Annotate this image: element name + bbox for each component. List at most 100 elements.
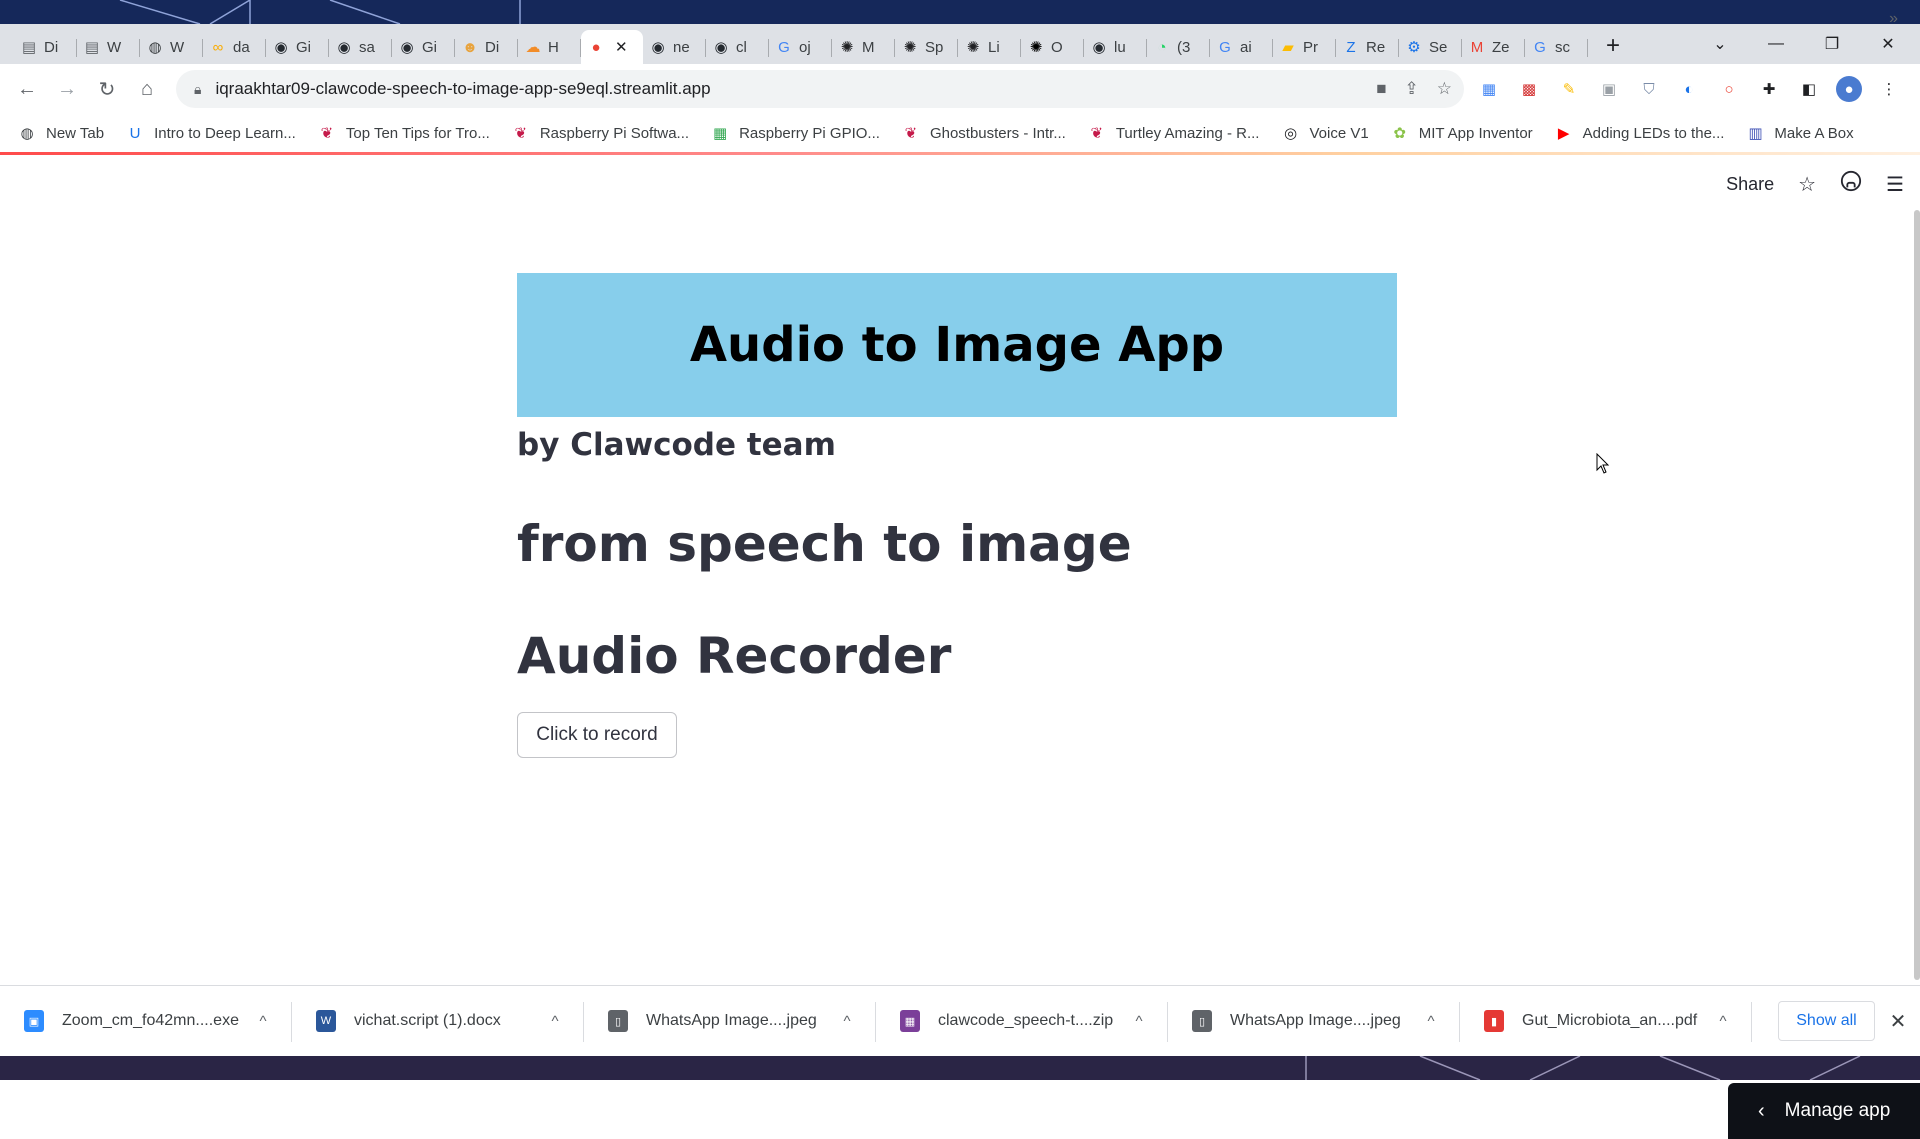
bookmarks-overflow-button[interactable]: »	[1889, 0, 1898, 38]
browser-tab[interactable]: ◉ Gi	[266, 30, 329, 64]
audio-recorder-heading: Audio Recorder	[517, 627, 952, 685]
openai-icon: ✺	[903, 39, 917, 56]
tab-title: (3	[1177, 38, 1191, 56]
download-filename: WhatsApp Image....jpeg	[1230, 1012, 1401, 1029]
download-item[interactable]: ▣ Zoom_cm_fo42mn....exe ^	[0, 986, 292, 1057]
chevron-up-icon[interactable]: ^	[248, 1013, 278, 1030]
bookmark-item[interactable]: ◍ New Tab	[18, 124, 105, 143]
back-button[interactable]: ←	[7, 69, 47, 109]
bookmark-item[interactable]: ▥ Make A Box	[1746, 124, 1853, 143]
bookmark-star-icon[interactable]: ☆	[1437, 79, 1452, 99]
reload-button[interactable]: ↻	[87, 69, 127, 109]
globe-icon: ◍	[20, 125, 34, 142]
browser-tab[interactable]: ☁ H	[518, 30, 581, 64]
zip-icon: ▦	[900, 1010, 920, 1032]
browser-tab[interactable]: Goj	[769, 30, 832, 64]
browser-tab[interactable]: ∞ da	[203, 30, 266, 64]
browser-tab[interactable]: ✺ O	[1021, 30, 1084, 64]
bookmark-label: New Tab	[46, 124, 105, 142]
browser-tab[interactable]: ◉ sa	[329, 30, 392, 64]
browser-tab[interactable]: ◉ Gi	[392, 30, 455, 64]
restore-button[interactable]: ❐	[1804, 24, 1860, 64]
google-icon: G	[778, 38, 790, 56]
share-button[interactable]: Share	[1726, 174, 1774, 195]
mendeley-extension-icon[interactable]: ▩	[1516, 76, 1542, 102]
bookmark-item[interactable]: ▶ Adding LEDs to the...	[1555, 124, 1725, 143]
image-file-icon: ▯	[608, 1010, 628, 1032]
record-button[interactable]: Click to record	[517, 712, 677, 758]
opera-extension-icon[interactable]: ○	[1716, 76, 1742, 102]
profile-avatar[interactable]: ●	[1836, 76, 1862, 102]
download-item[interactable]: ▯ WhatsApp Image....jpeg ^	[584, 986, 876, 1057]
arrow-right-icon: →	[57, 77, 77, 100]
browser-tab[interactable]: ▤ Di	[14, 30, 77, 64]
pen-extension-icon[interactable]: ✎	[1556, 76, 1582, 102]
download-item[interactable]: Wvichat.script (1).docx ^	[292, 986, 584, 1057]
page-title: Audio to Image App	[689, 317, 1225, 373]
close-downloads-button[interactable]: ✕	[1886, 1001, 1910, 1041]
browser-tab[interactable]: Gai	[1210, 30, 1273, 64]
record-icon: ●	[591, 38, 601, 56]
browser-tab[interactable]: ◔ (3	[1147, 30, 1210, 64]
vertical-scrollbar[interactable]	[1914, 210, 1920, 980]
browser-tab[interactable]: ◍ W	[140, 30, 203, 64]
manage-app-button[interactable]: ‹ Manage app	[1728, 1083, 1920, 1139]
github-icon[interactable]	[1840, 170, 1862, 198]
bookmark-item[interactable]: ▦ Raspberry Pi GPIO...	[711, 124, 880, 143]
tab-search-button[interactable]: ⌄	[1692, 24, 1748, 64]
browser-tab[interactable]: ⚙ Se	[1399, 30, 1462, 64]
chevron-up-icon[interactable]: ^	[832, 1013, 862, 1030]
hamburger-menu-icon[interactable]: ☰	[1886, 172, 1904, 197]
translate-extension-icon[interactable]: ▦	[1476, 76, 1502, 102]
chevron-up-icon[interactable]: ^	[1708, 1013, 1738, 1030]
browser-tab[interactable]: ◉ ne	[643, 30, 706, 64]
bookmark-item[interactable]: ❦ Ghostbusters - Intr...	[902, 124, 1066, 143]
chevron-up-icon[interactable]: ^	[540, 1013, 570, 1030]
grey-extension-icon[interactable]: ▣	[1596, 76, 1622, 102]
browser-tab[interactable]: ◉ cl	[706, 30, 769, 64]
home-button[interactable]: ⌂	[127, 69, 167, 109]
edge-extension-icon[interactable]: ◐	[1676, 76, 1702, 102]
browser-tab[interactable]: ▤ W	[77, 30, 140, 64]
close-tab-icon[interactable]: ✕	[615, 38, 628, 56]
new-tab-button[interactable]: +	[1594, 29, 1632, 63]
chevron-up-icon[interactable]: ^	[1124, 1013, 1154, 1030]
show-all-downloads-button[interactable]: Show all	[1778, 1001, 1875, 1041]
download-item[interactable]: ▮ Gut_Microbiota_an....pdf ^	[1460, 986, 1752, 1057]
browser-tab[interactable]: ● ✕	[581, 30, 643, 64]
share-icon[interactable]: ⇪	[1405, 79, 1419, 99]
browser-tab[interactable]: ☻ Di	[455, 30, 518, 64]
bookmark-item[interactable]: ✿ MIT App Inventor	[1391, 124, 1532, 143]
url-text[interactable]: iqraakhtar09-clawcode-speech-to-image-ap…	[215, 79, 710, 99]
download-item[interactable]: ▦ clawcode_speech-t....zip ^	[876, 986, 1168, 1057]
byline-text: by Clawcode team	[517, 427, 836, 463]
forward-button[interactable]: →	[47, 69, 87, 109]
bookmark-item[interactable]: U Intro to Deep Learn...	[126, 124, 296, 142]
puzzle-icon[interactable]: ✚	[1756, 76, 1782, 102]
camera-icon[interactable]: ■	[1376, 79, 1386, 99]
address-bar[interactable]: 🔒︎ iqraakhtar09-clawcode-speech-to-image…	[176, 70, 1464, 108]
browser-tab[interactable]: ▰ Pr	[1273, 30, 1336, 64]
browser-tab[interactable]: ◉ lu	[1084, 30, 1147, 64]
bookmark-item[interactable]: ❦ Raspberry Pi Softwa...	[512, 124, 690, 143]
bookmark-item[interactable]: ❦ Turtley Amazing - R...	[1088, 124, 1260, 143]
bookmark-item[interactable]: ◎ Voice V1	[1281, 124, 1369, 143]
extensions-area: ▦ ▩ ✎ ▣ ⛉ ◐ ○ ✚ ◧ ● ⋮	[1476, 70, 1902, 108]
close-window-button[interactable]: ✕	[1860, 24, 1916, 64]
browser-tab[interactable]: ✺ M	[832, 30, 895, 64]
browser-tab[interactable]: ✺ Li	[958, 30, 1021, 64]
desktop-wallpaper-bottom	[0, 1056, 1920, 1080]
menu-kebab-icon[interactable]: ⋮	[1876, 76, 1902, 102]
bookmark-item[interactable]: ❦ Top Ten Tips for Tro...	[318, 124, 490, 143]
chevron-up-icon[interactable]: ^	[1416, 1013, 1446, 1030]
browser-tab[interactable]: Z Re	[1336, 30, 1399, 64]
side-panel-icon[interactable]: ◧	[1796, 76, 1822, 102]
minimize-button[interactable]: —	[1748, 24, 1804, 64]
browser-tab[interactable]: Gsc	[1525, 30, 1588, 64]
browser-tab[interactable]: M Ze	[1462, 30, 1525, 64]
star-icon[interactable]: ☆	[1798, 172, 1816, 197]
browser-tab[interactable]: ✺ Sp	[895, 30, 958, 64]
shield-extension-icon[interactable]: ⛉	[1636, 76, 1662, 102]
download-item[interactable]: ▯ WhatsApp Image....jpeg ^	[1168, 986, 1460, 1057]
appinventor-icon: ✿	[1393, 125, 1406, 142]
